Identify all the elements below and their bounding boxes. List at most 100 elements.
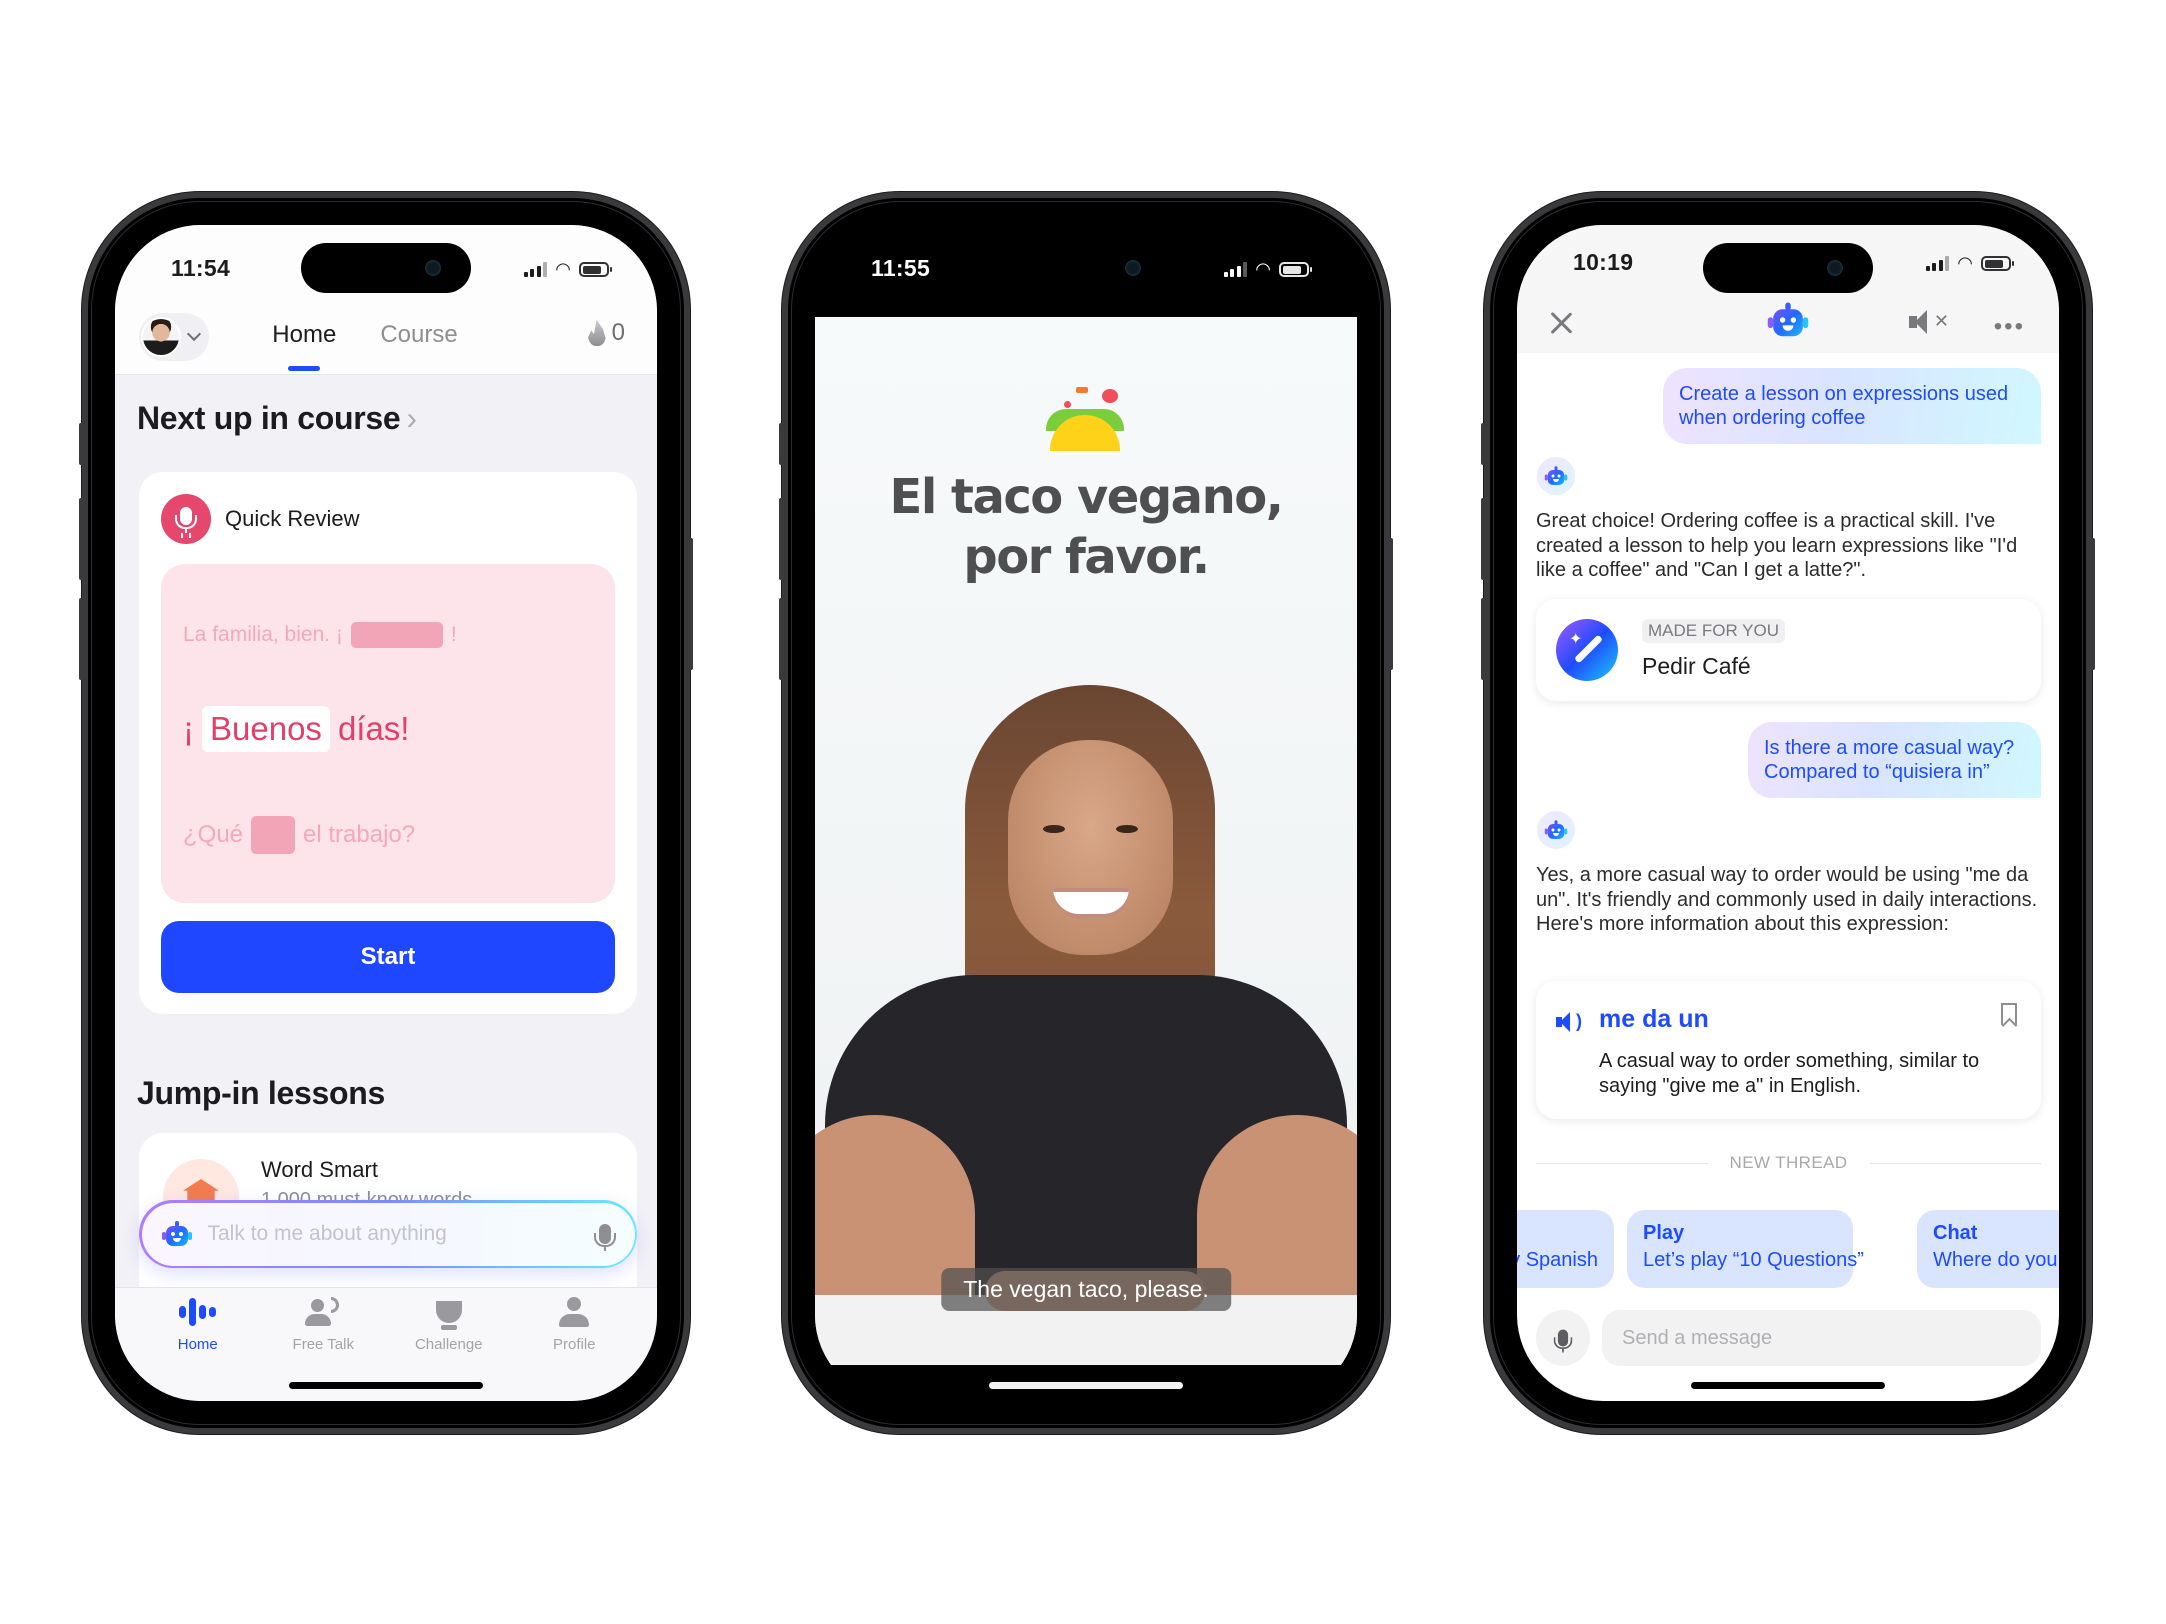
power-button [1388,538,1393,670]
tabbar-home[interactable]: Home [143,1296,253,1401]
prev-text: La familia, bien. ¡ [183,623,343,646]
message-line-1: Is there a more casual way? [1764,737,2015,759]
bot-avatar [1537,811,1575,849]
next-up-heading[interactable]: Next up in course › [137,400,417,437]
action-button [779,423,784,465]
suggestion-chip[interactable]: my Spanish [1517,1210,1614,1288]
signal-icon [1925,256,1950,271]
wifi-icon: ◠ [555,259,571,279]
phone-ai-chat: ✕ ••• 10:19 ◠ Create a lesson on express… [1481,198,2095,1428]
video-player[interactable]: El taco vegano, por favor. The vegan tac… [815,317,1357,1365]
tab-course[interactable]: Course [380,321,457,349]
trophy-icon [435,1301,462,1330]
microphone-icon [161,494,211,544]
prev-sentence: La familia, bien. ¡! [183,622,457,648]
microphone-icon [1553,1329,1573,1353]
tabbar-profile[interactable]: Profile [519,1296,629,1401]
quick-review-card[interactable]: Quick Review La familia, bien. ¡! ¡ Bueno… [139,472,637,1014]
home-indicator[interactable] [1691,1382,1885,1389]
talk-input-placeholder[interactable]: Talk to me about anything [208,1222,583,1246]
suggestion-chip-chat[interactable]: Chat Where do you [1917,1210,2059,1288]
volume-up-button [1481,498,1486,580]
suggestion-chip-play[interactable]: Play Let’s play “10 Questions” [1627,1210,1864,1288]
suggestion-chips: my Spanish Play Let’s play “10 Questions… [1517,1210,2059,1288]
action-button [1481,423,1486,465]
expression-definition: A casual way to order something, similar… [1599,1050,1980,1097]
screen: 11:55 ◠ El taco vegano, por favor. The v… [815,225,1357,1401]
wifi-icon: ◠ [1957,253,1973,273]
user-message: Is there a more casual way? Compared to … [1748,722,2041,798]
volume-down-button [779,598,784,680]
camera-icon [1827,260,1843,276]
power-button [688,538,693,670]
tab-label: Home [177,1336,218,1353]
power-button [2090,538,2095,670]
camera-icon [1125,260,1141,276]
taco-icon [1046,387,1126,451]
microphone-icon[interactable] [593,1224,616,1251]
tab-home[interactable]: Home [272,321,336,349]
lesson-card-pedir-cafe[interactable]: MADE FOR YOU Pedir Café [1536,599,2041,701]
main-start: ¡ [183,710,194,747]
status-time: 11:54 [171,255,231,281]
expression-card[interactable]: ) me da un A casual way to order somethi… [1536,981,2041,1119]
robot-icon [161,1221,192,1247]
magic-wand-icon [1556,619,1618,681]
dynamic-island [1001,243,1171,293]
camera-icon [425,260,441,276]
phrase-title: El taco vegano, por favor. [815,467,1357,587]
chip-title [1517,1222,1598,1245]
battery-icon [1981,256,2014,271]
expression-word: me da un [1599,1005,1709,1033]
streak-count: 0 [611,319,625,346]
next-up-title: Next up in course [137,400,401,436]
signal-icon [1223,262,1248,277]
phrase-line-1: El taco vegano, [889,469,1284,525]
next-end: el trabajo? [303,821,416,848]
tab-label: Free Talk [292,1336,354,1353]
volume-up-button [779,498,784,580]
made-for-you-tag: MADE FOR YOU [1642,619,1785,643]
signal-icon [523,262,548,277]
phone-home: 11:54 ◠ Home Course 0 Next up in course › [79,198,693,1428]
battery-icon [1279,262,1312,277]
user-message: Create a lesson on expressions used when… [1663,368,2041,444]
speaker-icon[interactable]: ) [1556,1011,1582,1032]
start-button[interactable]: Start [161,921,615,993]
chip-subtitle: Let’s play “10 Questions” [1643,1249,1864,1271]
bot-message: Yes, a more casual way to order would be… [1536,864,2038,935]
voice-input-button[interactable] [1536,1310,1590,1366]
subtitle-caption: The vegan taco, please. [941,1268,1231,1311]
chevron-right-icon: › [406,400,417,436]
phrase-line-2: por favor. [963,529,1210,585]
more-options-icon[interactable]: ••• [1994,313,2025,341]
bookmark-icon[interactable] [2001,1003,2017,1025]
bot-avatar [1537,457,1575,495]
home-indicator[interactable] [989,1382,1183,1389]
screen: ✕ ••• 10:19 ◠ Create a lesson on express… [1517,225,2059,1401]
current-sentence: ¡ Buenos días! [183,706,409,752]
next-sentence: ¿Qué el trabajo? [183,816,415,854]
screen: 11:54 ◠ Home Course 0 Next up in course › [115,225,657,1401]
chip-subtitle: Where do you [1933,1249,2058,1271]
home-indicator[interactable] [289,1382,483,1389]
volume-up-button [79,498,84,580]
blank [350,622,443,648]
message-input[interactable] [1602,1310,2041,1366]
volume-down-button [79,598,84,680]
tab-label: Profile [552,1336,596,1353]
new-thread-label: NEW THREAD [1729,1153,1848,1172]
tab-label: Challenge [414,1336,483,1353]
prev-end: ! [450,623,457,646]
talk-input-bar[interactable]: Talk to me about anything [139,1200,637,1268]
flame-icon [587,320,606,346]
blank [251,816,296,854]
jump-in-heading: Jump-in lessons [137,1075,386,1111]
new-thread-divider: NEW THREAD [1536,1153,2041,1173]
status-time: 11:55 [871,255,931,281]
streak-counter[interactable]: 0 [587,319,625,347]
battery-icon [579,262,612,277]
status-time: 10:19 [1573,249,1634,275]
person-icon [559,1297,590,1327]
instructor-video-frame [815,645,1357,1365]
